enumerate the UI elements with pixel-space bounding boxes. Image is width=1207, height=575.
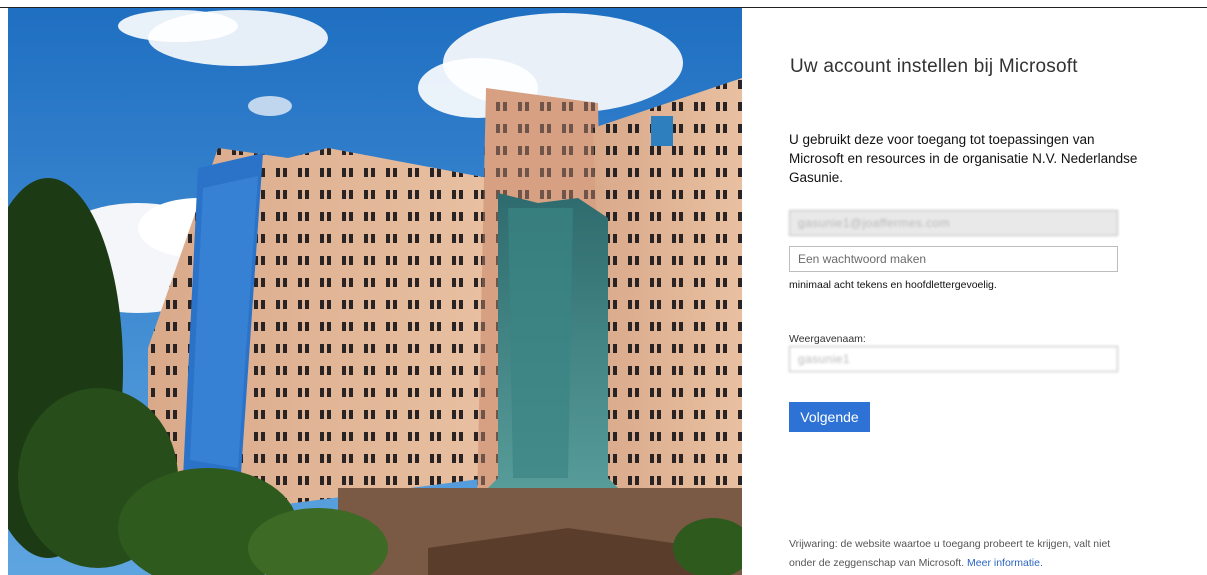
page-title: Uw account instellen bij Microsoft bbox=[790, 56, 1078, 77]
intro-text: U gebruikt deze voor toegang tot toepass… bbox=[789, 132, 1138, 185]
password-field[interactable] bbox=[789, 246, 1118, 272]
hero-building-photo bbox=[8, 8, 742, 575]
signup-panel: Uw account instellen bij Microsoft U geb… bbox=[742, 8, 1207, 575]
display-name-label: Weergavenaam: bbox=[789, 333, 866, 345]
disclaimer: Vrijwaring: de website waartoe u toegang… bbox=[789, 535, 1139, 573]
email-field[interactable] bbox=[789, 210, 1118, 236]
display-name-field[interactable] bbox=[789, 346, 1118, 372]
password-hint: minimaal acht tekens en hoofdlettergevoe… bbox=[789, 279, 997, 291]
next-button[interactable]: Volgende bbox=[789, 402, 870, 432]
disclaimer-text: Vrijwaring: de website waartoe u toegang… bbox=[789, 538, 1111, 569]
more-info-link[interactable]: Meer informatie. bbox=[967, 557, 1043, 569]
